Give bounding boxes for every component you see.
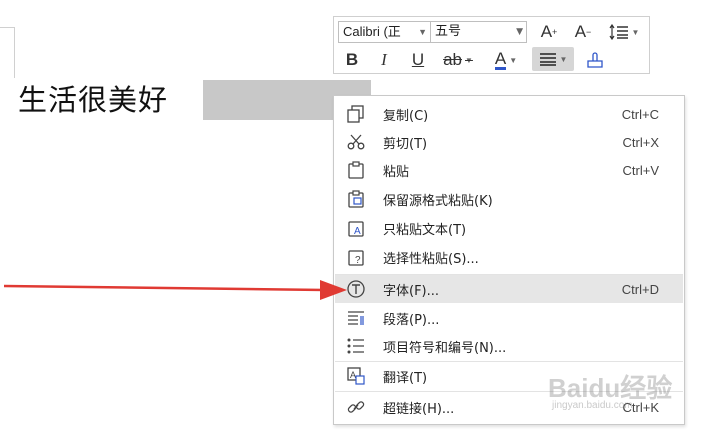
menu-item-shortcut: Ctrl+D <box>621 281 659 297</box>
translate-icon: A <box>345 366 367 386</box>
bold-button[interactable]: B <box>340 48 364 72</box>
menu-item-label: 翻译(T) <box>383 370 428 386</box>
format-painter-button[interactable] <box>582 48 608 72</box>
paste-icon <box>345 160 367 180</box>
menu-item-label: 选择性粘贴(S)... <box>383 251 479 267</box>
menu-item-label: 剪切(T) <box>383 136 428 152</box>
mini-toolbar: Calibri (正 ▼ 五号 ▼ A + A − ▼ B I U ab ▼ A ▼… <box>333 16 650 74</box>
menu-item-label: 字体(F)... <box>383 283 440 299</box>
grow-font-icon: A <box>540 22 553 41</box>
menu-item-paste-special[interactable]: ? 选择性粘贴(S)... <box>335 243 683 271</box>
underline-icon: U <box>411 50 425 69</box>
chevron-down-icon: ▼ <box>559 54 568 64</box>
italic-button[interactable]: I <box>372 48 396 72</box>
document-page-edge <box>0 27 15 78</box>
menu-item-label: 粘贴 <box>383 164 410 180</box>
menu-item-bullets[interactable]: 项目符号和编号(N)... <box>335 332 683 360</box>
menu-item-label: 段落(P)... <box>383 312 440 328</box>
menu-item-label: 只粘贴文本(T) <box>383 222 467 238</box>
menu-item-shortcut: Ctrl+C <box>621 106 659 122</box>
menu-item-copy[interactable]: 复制(C) Ctrl+C <box>335 100 683 128</box>
menu-item-shortcut: Ctrl+X <box>622 134 659 150</box>
menu-item-font[interactable]: 字体(F)... Ctrl+D <box>335 275 683 303</box>
paragraph-icon <box>345 308 367 328</box>
font-name-value: Calibri (正 <box>343 24 401 39</box>
grow-font-button[interactable]: A + <box>536 20 562 44</box>
menu-item-paste-keep-format[interactable]: 保留源格式粘贴(K) <box>335 185 683 213</box>
copy-icon <box>345 104 367 124</box>
menu-item-paste[interactable]: 粘贴 Ctrl+V <box>335 156 683 184</box>
font-color-button[interactable]: A ▼ <box>486 48 526 72</box>
svg-text:A: A <box>350 370 356 380</box>
menu-item-paste-text-only[interactable]: A 只粘贴文本(T) <box>335 214 683 242</box>
chevron-down-icon: ▼ <box>509 55 518 65</box>
document-text[interactable]: 生活很美好 <box>18 80 168 120</box>
menu-item-label: 保留源格式粘贴(K) <box>383 193 493 209</box>
shrink-font-icon: A <box>574 22 587 41</box>
menu-item-shortcut: Ctrl+V <box>622 162 659 178</box>
bold-icon: B <box>345 50 359 69</box>
annotation-arrow <box>3 280 347 300</box>
italic-icon: I <box>381 50 387 69</box>
line-spacing-icon <box>609 24 628 40</box>
watermark-text: Baidu经验 <box>548 373 673 403</box>
chevron-down-icon: ▼ <box>465 55 473 65</box>
align-justify-icon <box>539 53 556 66</box>
menu-item-label: 项目符号和编号(N)... <box>383 340 507 356</box>
svg-text:?: ? <box>355 255 361 266</box>
menu-item-label: 超链接(H)... <box>383 401 455 417</box>
align-button[interactable]: ▼ <box>532 47 574 71</box>
link-icon <box>345 397 367 417</box>
underline-button[interactable]: U <box>406 48 430 72</box>
menu-item-label: 复制(C) <box>383 108 429 124</box>
menu-item-cut[interactable]: 剪切(T) Ctrl+X <box>335 128 683 156</box>
chevron-down-icon: ▼ <box>631 27 640 37</box>
paste-special-icon: ? <box>345 247 367 267</box>
paste-text-only-icon: A <box>345 218 367 238</box>
chevron-down-icon: ▼ <box>516 27 523 37</box>
paste-keep-format-icon <box>345 189 367 209</box>
strikethrough-button[interactable]: ab ▼ <box>438 48 478 72</box>
baidu-watermark: Baidu经验 jingyan.baidu.com <box>548 368 713 418</box>
svg-text:A: A <box>354 226 361 237</box>
strikethrough-icon: ab <box>443 50 462 69</box>
menu-item-paragraph[interactable]: 段落(P)... <box>335 304 683 332</box>
format-painter-icon <box>587 52 603 68</box>
font-size-select[interactable]: 五号 ▼ <box>431 21 527 43</box>
shrink-font-button[interactable]: A − <box>570 20 596 44</box>
line-spacing-button[interactable]: ▼ <box>604 20 644 44</box>
scissors-icon <box>345 132 367 152</box>
font-color-icon: A <box>494 48 507 70</box>
font-name-select[interactable]: Calibri (正 ▼ <box>338 21 431 43</box>
font-size-value: 五号 <box>435 24 462 39</box>
chevron-down-icon: ▼ <box>418 27 427 37</box>
bullets-icon <box>345 336 367 356</box>
watermark-subtext: jingyan.baidu.com <box>552 400 633 411</box>
